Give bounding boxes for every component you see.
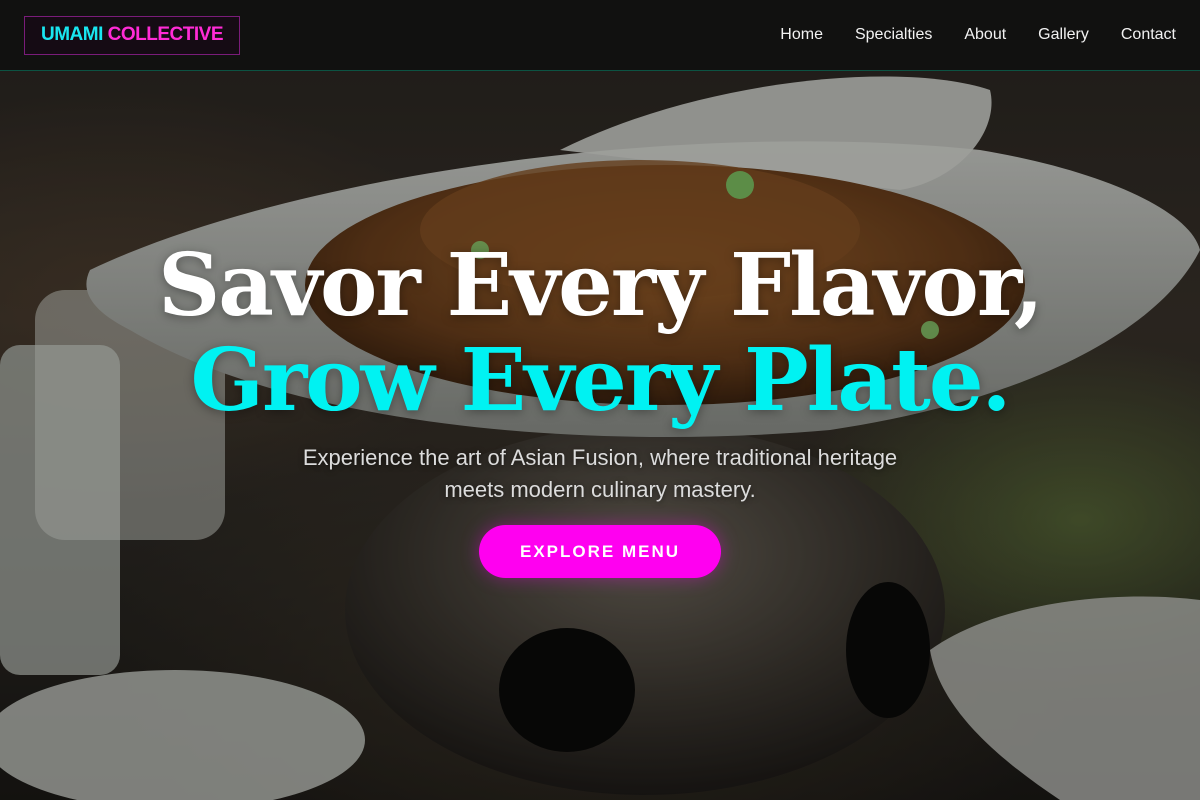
brand-word-umami: UMAMI <box>41 23 103 45</box>
nav-link-gallery[interactable]: Gallery <box>1038 26 1089 44</box>
brand-logo[interactable]: UMAMI COLLECTIVE <box>24 15 241 55</box>
hero-headline-line1: Savor Every Flavor, <box>158 235 1044 336</box>
hero-section: Savor Every Flavor, Grow Every Plate. Ex… <box>0 0 1200 800</box>
nav-links: Home Specialties About Gallery Contact <box>780 26 1176 44</box>
nav-link-home[interactable]: Home <box>780 26 823 44</box>
hero-subtitle: Experience the art of Asian Fusion, wher… <box>302 445 898 502</box>
top-navbar: UMAMI COLLECTIVE Home Specialties About … <box>0 0 1200 71</box>
hero-headline-line2: Grow Every Plate. <box>190 330 1012 431</box>
nav-link-about[interactable]: About <box>964 26 1006 44</box>
nav-link-contact[interactable]: Contact <box>1121 26 1176 44</box>
brand-word-collective: COLLECTIVE <box>107 23 224 45</box>
nav-link-specialties[interactable]: Specialties <box>855 26 932 44</box>
explore-menu-button[interactable]: EXPLORE MENU <box>479 525 721 578</box>
